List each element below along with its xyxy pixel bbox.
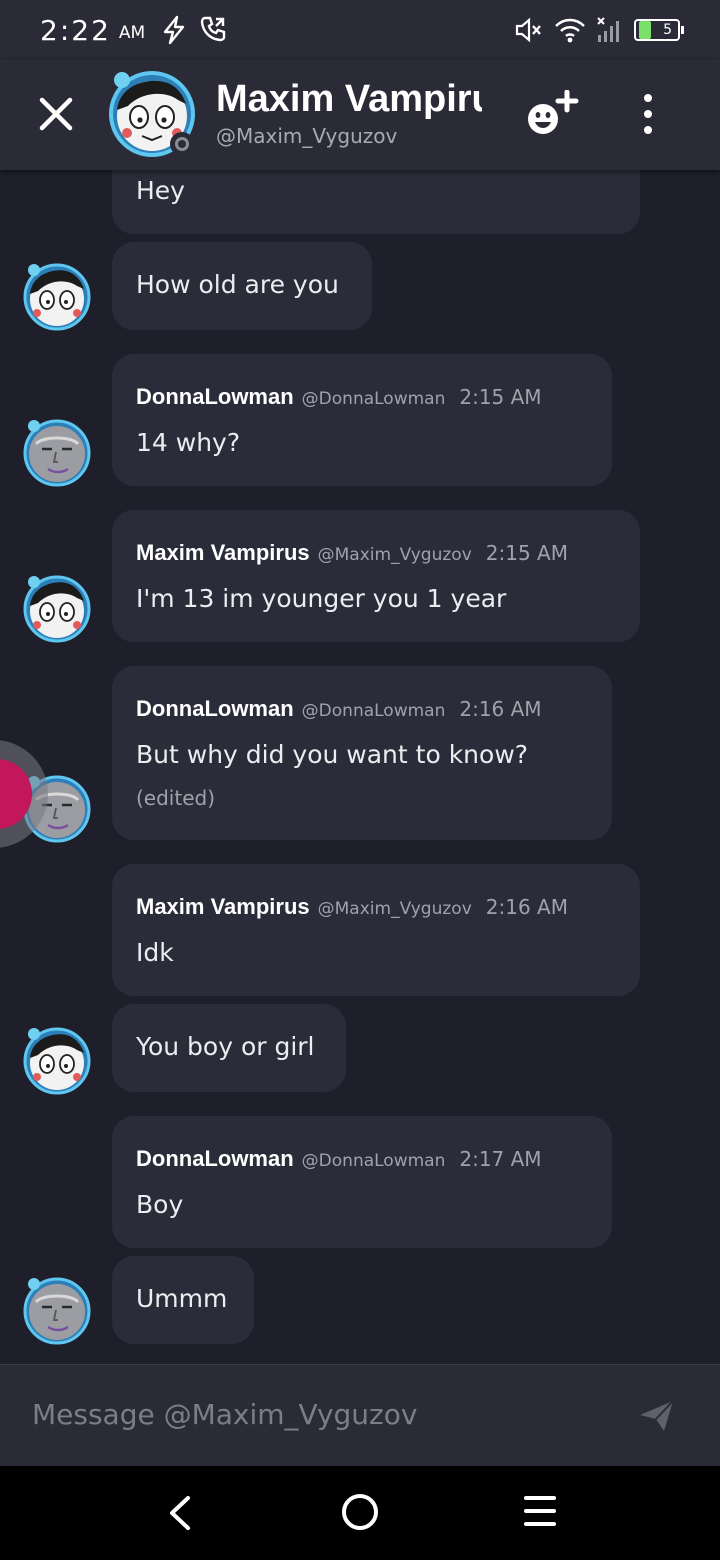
message-text: How old are you	[136, 270, 339, 299]
message-bubble[interactable]: DonnaLowman @DonnaLowman 2:16 AM But why d…	[112, 666, 612, 840]
avatar[interactable]	[22, 418, 92, 488]
edited-label: (edited)	[136, 786, 216, 810]
message-composer	[0, 1364, 720, 1466]
back-icon[interactable]	[164, 1494, 196, 1532]
message-bubble[interactable]: DonnaLowman @DonnaLowman 2:17 AM Boy	[112, 1116, 612, 1248]
message-text: Ummm	[136, 1284, 228, 1313]
status-bar: 2:22 AM 5	[0, 0, 720, 60]
message-text: Boy	[136, 1190, 184, 1219]
close-icon[interactable]	[38, 96, 74, 132]
call-icon	[200, 16, 226, 42]
message-text: 14 why?	[136, 428, 241, 457]
status-time: 2:22	[40, 13, 111, 47]
message-handle: @Maxim_Vyguzov	[317, 899, 472, 919]
home-icon[interactable]	[342, 1494, 378, 1530]
menu-icon[interactable]	[524, 1496, 556, 1526]
message-bubble[interactable]: You boy or girl	[112, 1004, 346, 1092]
avatar[interactable]	[22, 262, 92, 332]
message-text: You boy or girl	[136, 1032, 315, 1061]
header-handle: @Maxim_Vyguzov	[216, 124, 398, 148]
add-friend-icon[interactable]	[526, 90, 580, 138]
battery-level: 5	[663, 22, 672, 38]
message-author[interactable]: DonnaLowman	[136, 384, 294, 409]
message-bubble[interactable]: Maxim Vampirus @Maxim_Vyguzov 2:15 AM I'm …	[112, 510, 640, 642]
message-text: Hey	[136, 176, 185, 205]
send-icon[interactable]	[638, 1397, 676, 1435]
message-timestamp: 2:16 AM	[485, 895, 568, 919]
message-author[interactable]: Maxim Vampirus	[136, 540, 310, 565]
message-timestamp: 2:17 AM	[459, 1147, 542, 1171]
message-text: I'm 13 im younger you 1 year	[136, 584, 507, 613]
message-list[interactable]: Hey How old are you DonnaLowman @DonnaLow…	[0, 170, 720, 1364]
message-timestamp: 2:15 AM	[485, 541, 568, 565]
message-handle: @DonnaLowman	[301, 1151, 446, 1171]
message-author[interactable]: Maxim Vampirus	[136, 894, 310, 919]
battery-indicator: 5	[634, 19, 684, 41]
status-ampm: AM	[118, 23, 146, 43]
presence-status	[170, 132, 194, 156]
message-timestamp: 2:15 AM	[459, 385, 542, 409]
message-input[interactable]	[32, 1389, 612, 1439]
message-timestamp: 2:16 AM	[459, 697, 542, 721]
avatar[interactable]	[22, 1276, 92, 1346]
message-bubble[interactable]: Maxim Vampirus @Maxim_Vyguzov 2:16 AM Idk	[112, 864, 640, 996]
wifi-icon	[555, 18, 585, 43]
message-text: But why did you want to know?	[136, 740, 529, 769]
message-bubble[interactable]: How old are you	[112, 242, 372, 330]
message-bubble[interactable]: Ummm	[112, 1256, 254, 1344]
message-handle: @DonnaLowman	[301, 701, 446, 721]
message-author[interactable]: DonnaLowman	[136, 696, 294, 721]
avatar[interactable]	[22, 1026, 92, 1096]
message-author[interactable]: DonnaLowman	[136, 1146, 294, 1171]
message-text: Idk	[136, 938, 174, 967]
message-handle: @DonnaLowman	[301, 389, 446, 409]
more-options-button[interactable]	[636, 94, 660, 134]
message-bubble[interactable]: Hey	[112, 170, 640, 234]
charging-icon	[639, 21, 651, 39]
message-bubble[interactable]: DonnaLowman @DonnaLowman 2:15 AM 14 why?	[112, 354, 612, 486]
system-nav-bar	[0, 1466, 720, 1560]
page-title: Maxim Vampirus	[216, 78, 482, 120]
lightning-icon	[163, 15, 185, 45]
message-handle: @Maxim_Vyguzov	[317, 545, 472, 565]
avatar[interactable]	[22, 574, 92, 644]
mute-icon	[515, 17, 541, 43]
signal-icon	[597, 17, 619, 42]
chat-header: Maxim Vampirus @Maxim_Vyguzov	[0, 60, 720, 170]
